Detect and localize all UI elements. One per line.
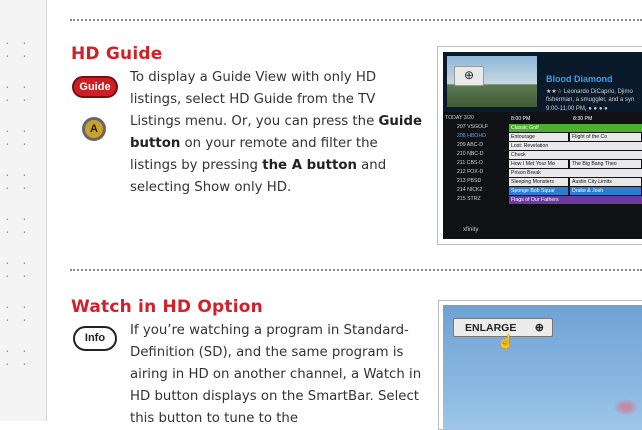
program-cell[interactable]: Flight of the Co	[570, 132, 642, 141]
divider	[70, 269, 642, 271]
hd-guide-paragraph: To display a Guide View with only HD lis…	[130, 70, 422, 195]
program-cell[interactable]: How I Met Your Mo	[509, 159, 569, 168]
guide-grid: TODAY 3/20 8:00 PM 8:30 PM 207 VSGOLF Cla…	[443, 114, 642, 204]
hand-cursor-icon: ☝	[497, 333, 515, 349]
magnifier-icon: ⊕	[534, 322, 544, 334]
rail-dots: . . . .	[4, 78, 30, 104]
show-meta: 9:00-11:00 PM, ● ● ● ●	[546, 106, 608, 112]
time-slot: 8:30 PM	[571, 114, 631, 123]
show-title: Blood Diamond	[546, 74, 613, 84]
channel-label: 214 NICK2	[457, 187, 483, 193]
rail-dots: . . . .	[4, 34, 30, 60]
guide-row[interactable]: 213 PBSD Sleeping Monsters Austin City Lim…	[443, 177, 642, 186]
info-button-icon: Info	[73, 326, 117, 351]
divider	[70, 19, 642, 21]
flowers-image	[611, 397, 641, 417]
rail-dots: . . . .	[4, 210, 30, 236]
program-cell[interactable]: Lost: Revelation	[509, 141, 642, 150]
program-cell[interactable]: Flags of Our Fathers	[509, 195, 642, 204]
channel-label: 210 NBC-D	[457, 151, 484, 157]
section-heading-watch-hd: Watch in HD Option	[71, 297, 263, 317]
watch-hd-screenshot: ENLARGE ⊕ ☝	[438, 300, 642, 430]
channel-label: 211 CBS-D	[457, 160, 483, 166]
xfinity-logo: xfinity	[463, 227, 479, 233]
guide-row[interactable]: 208 HBOHDEntourageFlight of the CoBlo	[443, 132, 642, 141]
program-cell[interactable]: Classic Golf	[509, 123, 642, 132]
rail-dots: . . . .	[4, 342, 30, 368]
channel-label: 215 STRZ	[457, 196, 481, 202]
tv-guide-screen: ⊕ Blood Diamond ★★☆ Leonardo DiCaprio, D…	[443, 52, 642, 239]
program-cell[interactable]: Sleeping Monsters	[509, 177, 569, 186]
program-cell[interactable]: Sponge Bob Squar	[509, 186, 569, 195]
left-rail: . . . . . . . . . . . . . . . . . . . . …	[0, 0, 47, 421]
program-cell[interactable]: Prison Break	[509, 168, 642, 177]
rail-dots: . . . .	[4, 254, 30, 280]
guide-row[interactable]: 210 NBC-DChuckHe	[443, 150, 642, 159]
program-cell[interactable]: Entourage	[509, 132, 569, 141]
section-heading-hd-guide: HD Guide	[71, 44, 163, 64]
channel-label: 213 PBSD	[457, 178, 482, 184]
channel-label: 207 VSGOLF	[457, 124, 489, 130]
guide-row[interactable]: 212 FOX-DPrison BreakK-	[443, 168, 642, 177]
program-cell[interactable]: The Big Bang Theo	[570, 159, 642, 168]
rail-dots: . . . .	[4, 298, 30, 324]
program-cell[interactable]: Chuck	[509, 150, 642, 159]
show-meta: ★★☆ Leonardo DiCaprio, Djimo	[546, 89, 633, 95]
guide-button-icon: Guide	[72, 76, 118, 98]
guide-row[interactable]: 215 STRZ Flags of Our Fathers	[443, 195, 642, 204]
rail-dots: . . . .	[4, 122, 30, 148]
a-button-icon: A	[82, 117, 106, 141]
guide-row[interactable]: 214 NICK2Sponge Bob SquarDrake & JoshZo	[443, 186, 642, 195]
rail-dots: . . . .	[4, 166, 30, 192]
hd-guide-screenshot: ⊕ Blood Diamond ★★☆ Leonardo DiCaprio, D…	[437, 46, 642, 245]
channel-label: 212 FOX-D	[457, 169, 484, 175]
time-slot: 8:00 PM	[509, 114, 569, 123]
channel-label: 209 ABC-D	[457, 142, 483, 148]
show-meta: fisherman, a smuggler, and a syn	[546, 97, 635, 103]
guide-row[interactable]: 211 CBS-D How I Met Your Mo The Big Bang T…	[443, 159, 642, 168]
program-cell[interactable]: Drake & Josh	[570, 186, 642, 195]
program-cell[interactable]: Austin City Limits	[570, 177, 642, 186]
guide-row[interactable]: 207 VSGOLF Classic Golf	[443, 123, 642, 132]
zoom-icon[interactable]: ⊕	[454, 66, 484, 86]
watch-hd-paragraph: If you’re watching a program in Standard…	[130, 323, 422, 426]
guide-row[interactable]: 209 ABC-DLost: RevelationDan	[443, 141, 642, 150]
guide-date: TODAY 3/20	[445, 115, 474, 121]
channel-label: 208 HBOHD	[457, 133, 486, 139]
